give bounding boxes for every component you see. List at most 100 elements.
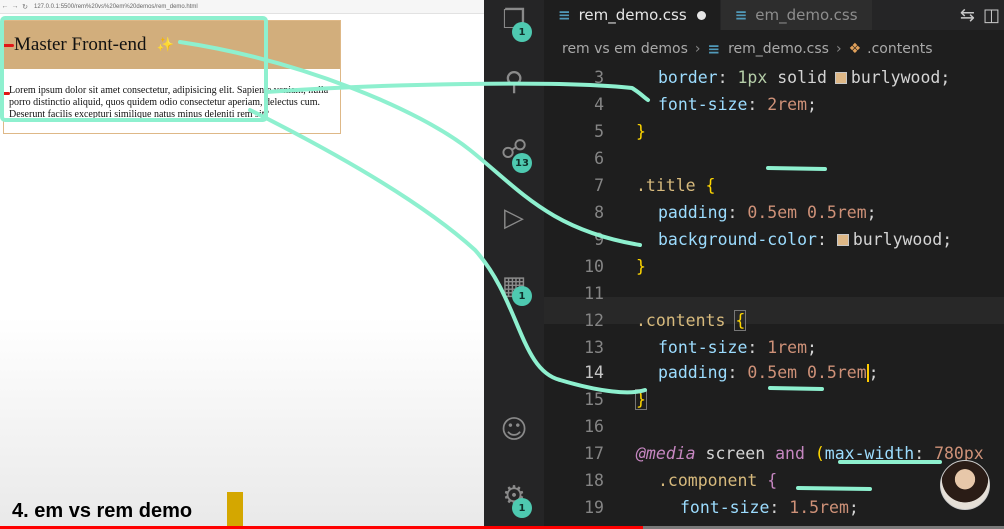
css-number: 0.5em <box>747 203 798 222</box>
line-number: 15 <box>584 390 604 409</box>
punctuation: ; <box>807 338 817 357</box>
css-number: 1.5rem <box>789 498 849 517</box>
color-swatch-icon[interactable] <box>836 233 849 246</box>
css-property: background-color <box>658 230 817 249</box>
demo-title-text: Master Front-end <box>14 34 147 55</box>
breadcrumb-file[interactable]: rem_demo.css <box>728 41 829 57</box>
compare-changes-icon[interactable]: ⇆ <box>960 5 975 26</box>
css-file-icon: ≡ <box>707 40 721 58</box>
editor-actions: ⇆ ◫ <box>960 0 1004 30</box>
line-number: 5 <box>594 122 604 141</box>
code-line: 13 font-size: 1rem; <box>544 334 1004 361</box>
activity-bar: ❐ 1 ⚲ ☍ 13 ▷ ▦ 1 ☺ ⚙ 1 <box>484 0 544 529</box>
punctuation <box>725 311 735 330</box>
css-property: max-width <box>824 444 915 463</box>
tab-em-demo[interactable]: ≡ em_demo.css <box>720 0 873 30</box>
explorer-badge: 1 <box>512 22 532 42</box>
brace: { <box>767 471 778 490</box>
color-swatch-icon[interactable] <box>834 71 847 84</box>
css-number: 2rem <box>767 95 808 114</box>
code-line: 8 padding: 0.5em 0.5rem; <box>544 199 1004 226</box>
chevron-right-icon: › <box>694 41 701 57</box>
sparkles-icon: ✨ <box>156 37 174 53</box>
punctuation: ; <box>868 363 879 382</box>
code-line: 5 } <box>544 118 1004 145</box>
demo-component: Master Front-end ✨ Lorem ipsum dolor sit… <box>3 20 341 134</box>
punctuation <box>696 176 706 195</box>
breadcrumb-folder[interactable]: rem vs em demos <box>562 41 688 57</box>
search-icon[interactable]: ⚲ <box>496 64 532 100</box>
punctuation: ; <box>940 68 951 87</box>
css-number: 1px <box>737 68 768 87</box>
punctuation: : <box>727 203 748 222</box>
account-icon[interactable]: ☺ <box>496 412 532 448</box>
css-file-icon: ≡ <box>734 6 748 24</box>
css-property: border <box>658 68 718 87</box>
forward-arrow-icon[interactable]: → <box>10 3 20 10</box>
line-number: 11 <box>584 284 604 303</box>
css-property: font-size <box>658 338 748 357</box>
punctuation: : <box>747 338 768 357</box>
code-line: 11 <box>544 280 1004 307</box>
code-line: 15 } <box>544 386 1004 413</box>
breadcrumb: rem vs em demos › ≡ rem_demo.css › ❖ .co… <box>562 38 933 60</box>
punctuation: : <box>914 444 935 463</box>
demo-title: Master Front-end ✨ <box>4 21 340 69</box>
code-line: 3 border: 1px solid burlywood; <box>544 64 1004 91</box>
code-line: 10 } <box>544 253 1004 280</box>
tab-label: rem_demo.css <box>578 6 687 24</box>
back-arrow-icon[interactable]: ← <box>0 3 10 10</box>
line-number: 19 <box>584 498 604 517</box>
css-keyword-value: solid <box>777 68 827 87</box>
punctuation: : <box>717 68 738 87</box>
line-number: 12 <box>584 311 604 330</box>
line-number: 8 <box>594 203 604 222</box>
line-number: 18 <box>584 471 604 490</box>
code-line: 9 background-color: burlywood; <box>544 226 1004 253</box>
css-number: 1rem <box>767 338 808 357</box>
settings-badge: 1 <box>512 498 532 518</box>
css-property: padding <box>658 203 728 222</box>
brace: } <box>636 257 646 276</box>
css-at-rule: @media <box>636 444 696 463</box>
extensions-badge: 1 <box>512 286 532 306</box>
caption-marker <box>227 492 243 526</box>
line-number: 4 <box>594 95 604 114</box>
unsaved-dot-icon[interactable] <box>696 10 706 20</box>
css-selector: .title <box>636 176 696 195</box>
breadcrumb-symbol[interactable]: .contents <box>867 41 932 57</box>
punctuation: ; <box>942 230 953 249</box>
browser-window: ← → ↻ 127.0.0.1:5500/rem%20vs%20em%20dem… <box>0 0 484 529</box>
css-number: 0.5em <box>747 363 798 382</box>
punctuation: : <box>816 230 837 249</box>
tab-rem-demo[interactable]: ≡ rem_demo.css <box>544 0 721 30</box>
code-line: 6 <box>544 145 1004 172</box>
run-debug-icon[interactable]: ▷ <box>496 200 532 236</box>
split-editor-icon[interactable]: ◫ <box>983 5 1000 26</box>
brace: { <box>705 176 716 195</box>
punctuation <box>757 471 767 490</box>
punctuation <box>767 68 777 87</box>
line-number: 6 <box>594 149 604 168</box>
reload-icon[interactable]: ↻ <box>20 3 30 11</box>
code-editor[interactable]: 3 border: 1px solid burlywood; 4 font-siz… <box>544 62 1004 529</box>
punctuation: ( <box>804 444 825 463</box>
css-file-icon: ≡ <box>558 6 571 24</box>
css-property: font-size <box>658 95 748 114</box>
line-number: 14 <box>584 363 604 382</box>
address-bar[interactable]: 127.0.0.1:5500/rem%20vs%20em%20demos/rem… <box>34 4 198 10</box>
punctuation: : <box>727 363 748 382</box>
presenter-avatar <box>940 460 990 510</box>
code-line: 7 .title { <box>544 172 1004 199</box>
code-line: 14 padding: 0.5em 0.5rem; <box>544 359 1004 386</box>
code-line: 19 font-size: 1.5rem; <box>544 494 1004 521</box>
punctuation <box>797 203 807 222</box>
css-property: padding <box>658 363 728 382</box>
css-number: 0.5rem <box>807 363 867 382</box>
brace: } <box>636 122 646 141</box>
punctuation: ; <box>848 498 859 517</box>
line-number: 9 <box>594 230 604 249</box>
line-number: 3 <box>594 68 604 87</box>
punctuation: ; <box>866 203 877 222</box>
punctuation: ; <box>807 95 817 114</box>
